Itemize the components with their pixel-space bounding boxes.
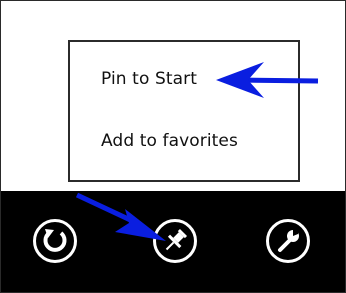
add-to-favorites-menu-item[interactable]: Add to favorites	[101, 131, 238, 151]
settings-button[interactable]	[266, 219, 310, 263]
pin-button[interactable]	[153, 219, 197, 263]
context-menu: Pin to Start Add to favorites	[68, 40, 300, 182]
pin-icon	[165, 228, 188, 251]
refresh-button[interactable]	[33, 219, 77, 263]
pin-to-start-menu-item[interactable]: Pin to Start	[101, 69, 197, 89]
screenshot-frame: Pin to Start Add to favorites	[0, 0, 346, 293]
wrench-icon	[278, 227, 300, 252]
app-bar	[1, 191, 345, 292]
refresh-icon	[43, 229, 67, 252]
